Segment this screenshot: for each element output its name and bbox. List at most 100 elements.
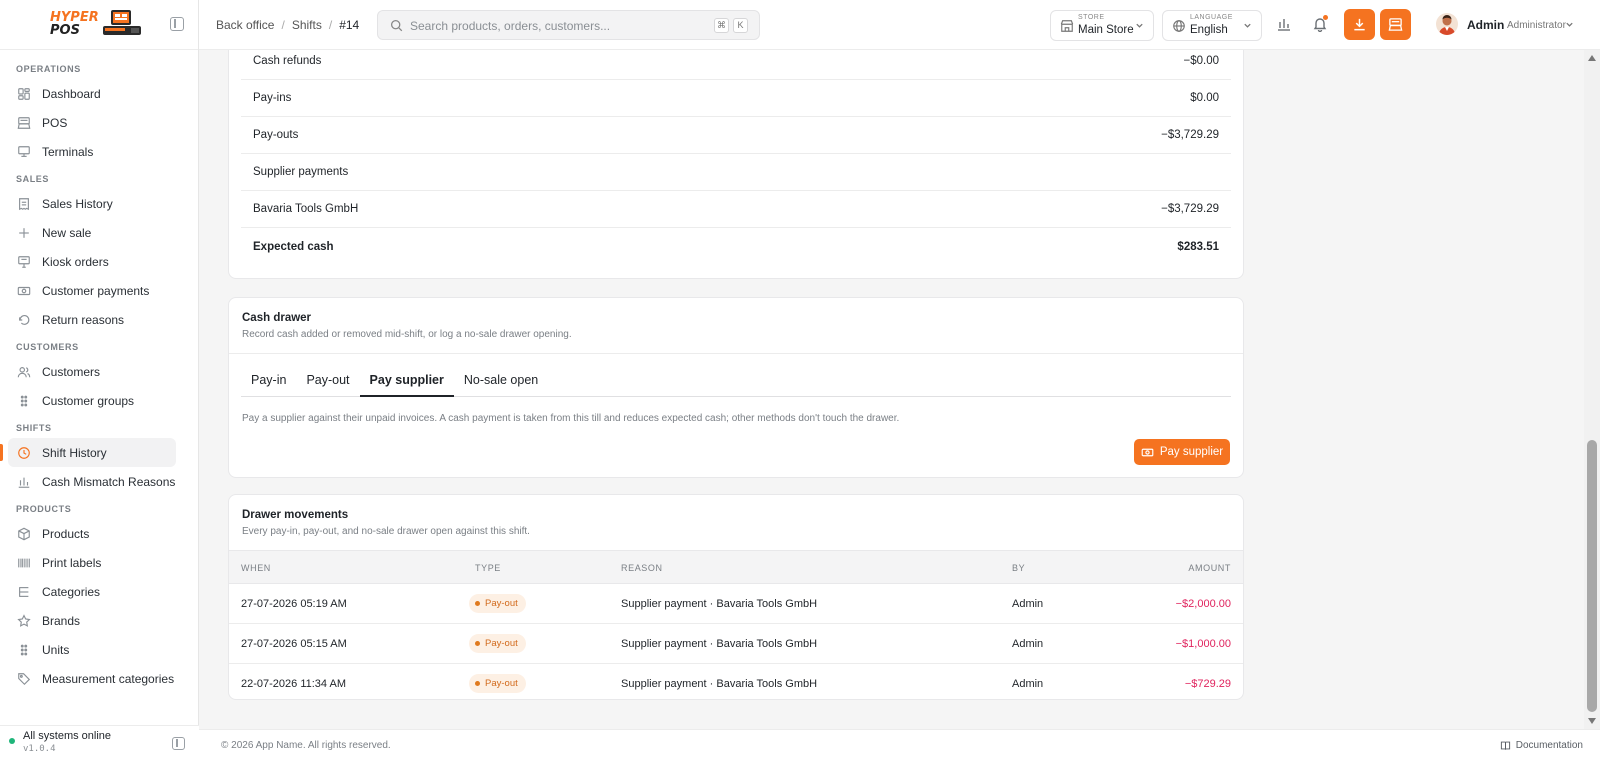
status-dot-icon [9, 738, 15, 744]
dashboard-icon [18, 87, 30, 100]
sidebar-item-shift-history[interactable]: Shift History [0, 438, 176, 467]
pay-supplier-button[interactable]: Pay supplier [1134, 439, 1230, 465]
breadcrumb-shifts[interactable]: Shifts [292, 18, 322, 32]
open-pos-button[interactable] [1380, 9, 1411, 40]
sidebar-item-label: Terminals [42, 144, 94, 159]
chevron-down-icon[interactable] [1565, 20, 1574, 29]
sidebar-item-customers[interactable]: Customers [8, 357, 176, 386]
sidebar-item-label: Return reasons [42, 312, 125, 327]
nav-section-title: SALES [16, 174, 50, 184]
scroll-up-arrow-icon[interactable] [1588, 55, 1596, 61]
store-icon [1060, 20, 1074, 32]
cash-drawer-tabs: Pay-in Pay-out Pay supplier No-sale open [241, 365, 1231, 397]
tab-no-sale-open[interactable]: No-sale open [454, 365, 548, 397]
user-name[interactable]: Admin [1467, 18, 1504, 32]
search-input[interactable] [410, 17, 710, 35]
summary-label: Bavaria Tools GmbH [253, 203, 359, 215]
nav-section-title: OPERATIONS [16, 64, 81, 74]
nav-section-title: SHIFTS [16, 423, 52, 433]
sidebar-item-units[interactable]: Units [8, 635, 176, 664]
cell-amount: −$1,000.00 [1175, 638, 1231, 650]
scroll-down-arrow-icon[interactable] [1588, 718, 1596, 724]
kiosk-icon [18, 255, 30, 268]
sidebar-item-cash-mismatch-reasons[interactable]: Cash Mismatch Reasons [8, 467, 176, 496]
sidebar-item-label: Sales History [42, 196, 113, 211]
sidebar-item-customer-groups[interactable]: Customer groups [8, 386, 176, 415]
cell-reason: Supplier payment · Bavaria Tools GmbH [621, 638, 818, 650]
store-value: Main Store [1078, 24, 1134, 36]
sidebar-toggle-icon[interactable] [172, 737, 185, 750]
tab-pay-in[interactable]: Pay-in [241, 365, 296, 397]
column-by[interactable]: BY [1012, 563, 1025, 573]
main-content: Cash refunds −$0.00 Pay-ins $0.00 Pay-ou… [199, 50, 1584, 729]
tab-pay-supplier[interactable]: Pay supplier [359, 365, 454, 397]
banknote-icon [1141, 448, 1154, 456]
list-tree-icon [19, 586, 29, 597]
system-status: All systems online [23, 730, 112, 742]
sidebar-item-label: Customers [42, 364, 101, 379]
sidebar-item-measurement-categories[interactable]: Measurement categories [8, 664, 176, 693]
summary-row: Pay-outs −$3,729.29 [241, 117, 1231, 154]
logo-row: HYPER POS [0, 0, 198, 50]
summary-label: Expected cash [253, 240, 334, 253]
card-subtitle: Every pay-in, pay-out, and no-sale drawe… [242, 526, 530, 537]
sidebar-item-print-labels[interactable]: Print labels [8, 548, 176, 577]
language-selector[interactable]: LANGUAGE English [1162, 10, 1262, 41]
sidebar-item-brands[interactable]: Brands [8, 606, 176, 635]
documentation-link[interactable]: Documentation [1500, 740, 1583, 751]
table-row[interactable]: 22-07-2026 11:34 AM Pay-out Supplier pay… [229, 664, 1243, 704]
pos-icon [17, 116, 31, 129]
avatar[interactable] [1436, 13, 1458, 35]
page-scrollbar[interactable] [1584, 50, 1600, 729]
summary-row: Bavaria Tools GmbH −$3,729.29 [241, 191, 1231, 228]
sidebar-item-label: Measurement categories [42, 671, 175, 686]
sidebar-item-dashboard[interactable]: Dashboard [8, 79, 176, 108]
tab-pay-out[interactable]: Pay-out [296, 365, 359, 397]
pos-register-icon [1388, 18, 1403, 31]
sidebar-item-label: Units [42, 642, 70, 657]
table-row[interactable]: 27-07-2026 05:19 AM Pay-out Supplier pay… [229, 584, 1243, 624]
sidebar-item-label: Cash Mismatch Reasons [42, 474, 176, 489]
sidebar-item-return-reasons[interactable]: Return reasons [8, 305, 176, 334]
sidebar-item-customer-payments[interactable]: Customer payments [8, 276, 176, 305]
sidebar-item-new-sale[interactable]: New sale [8, 218, 176, 247]
column-when[interactable]: WHEN [241, 563, 271, 573]
grip-icon [20, 395, 28, 406]
sidebar-item-label: POS [42, 115, 68, 130]
download-button[interactable] [1344, 9, 1375, 40]
sidebar-item-sales-history[interactable]: Sales History [8, 189, 176, 218]
copyright: © 2026 App Name. All rights reserved. [221, 740, 391, 751]
cell-when: 27-07-2026 05:15 AM [241, 638, 347, 650]
logo[interactable]: HYPER POS [50, 9, 145, 39]
nav-section-title: PRODUCTS [16, 504, 72, 514]
tab-description: Pay a supplier against their unpaid invo… [242, 413, 900, 424]
column-type[interactable]: TYPE [475, 563, 501, 573]
store-label: STORE [1078, 14, 1105, 21]
sidebar-item-label: Dashboard [42, 86, 101, 101]
column-amount[interactable]: AMOUNT [1188, 563, 1231, 573]
sidebar-item-products[interactable]: Products [8, 519, 176, 548]
store-selector[interactable]: STORE Main Store [1050, 10, 1154, 41]
analytics-icon[interactable] [1276, 16, 1292, 32]
breadcrumb-back-office[interactable]: Back office [216, 18, 274, 32]
column-reason[interactable]: REASON [621, 563, 663, 573]
breadcrumb-separator: / [328, 18, 333, 32]
sidebar-item-categories[interactable]: Categories [8, 577, 176, 606]
sidebar-collapse-icon[interactable] [170, 17, 184, 31]
summary-value: $0.00 [1190, 92, 1219, 104]
kbd-k: K [733, 18, 748, 33]
sidebar-item-terminals[interactable]: Terminals [8, 137, 176, 166]
type-badge: Pay-out [469, 594, 526, 613]
clock-icon [18, 446, 30, 459]
book-icon [1500, 741, 1510, 750]
table-row[interactable]: 27-07-2026 05:15 AM Pay-out Supplier pay… [229, 624, 1243, 664]
sidebar-item-pos[interactable]: POS [8, 108, 176, 137]
sidebar-item-label: Print labels [42, 555, 102, 570]
search-box[interactable]: ⌘ K [377, 10, 760, 40]
sidebar-item-kiosk-orders[interactable]: Kiosk orders [8, 247, 176, 276]
cell-when: 22-07-2026 11:34 AM [241, 678, 346, 690]
cash-drawer-card: Cash drawer Record cash added or removed… [228, 297, 1244, 478]
logo-text: HYPER POS [50, 11, 99, 37]
scroll-thumb[interactable] [1587, 440, 1597, 712]
summary-value: −$3,729.29 [1161, 203, 1219, 215]
